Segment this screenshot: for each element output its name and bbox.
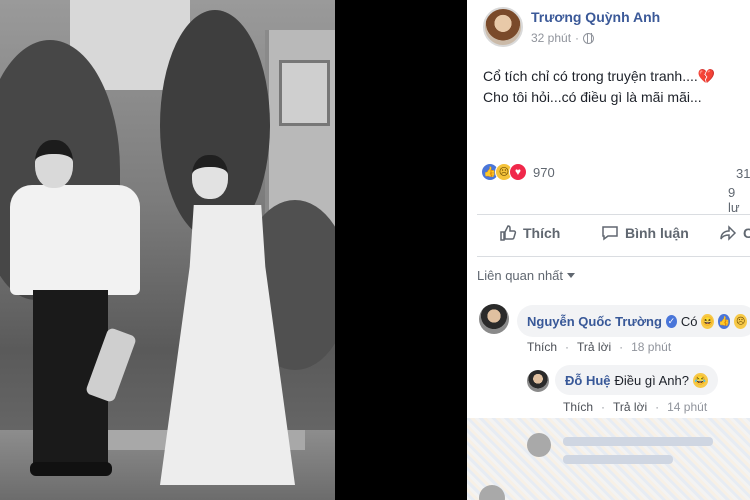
divider <box>477 256 750 257</box>
share-button-label: C <box>743 225 750 241</box>
like-button-label: Thích <box>523 225 561 241</box>
comment-text: Có <box>680 313 698 329</box>
thumbs-up-icon <box>500 225 517 241</box>
photo-man-head <box>35 140 73 188</box>
post-text: Cổ tích chỉ có trong truyện tranh....💔 C… <box>483 66 748 108</box>
photo-woman-head <box>192 155 228 199</box>
comment-icon <box>602 226 618 241</box>
commenter-avatar[interactable] <box>527 370 549 392</box>
comment-text: Điều gì Anh? <box>614 372 689 388</box>
comment-reply-link[interactable]: Trả lời <box>613 400 647 414</box>
comment-bubble: Đỗ Huệ Điều gì Anh? 😂 <box>555 365 718 395</box>
verified-badge-icon: ✓ <box>665 314 677 328</box>
comment-button-label: Bình luận <box>625 225 689 241</box>
post-time[interactable]: 32 phút · <box>531 31 595 45</box>
sad-emoji-icon: ☹ <box>734 313 747 329</box>
chevron-down-icon <box>567 273 576 278</box>
commenter-name[interactable]: Nguyễn Quốc Trường <box>527 314 662 329</box>
post-text-line1: Cổ tích chỉ có trong truyện tranh.... <box>483 68 698 84</box>
laugh-emoji-icon: 😆 <box>701 313 714 329</box>
globe-icon <box>583 32 595 44</box>
comment-time[interactable]: 18 phút <box>631 340 671 354</box>
broken-heart-icon: 💔 <box>697 68 716 84</box>
comment-meta: Thích · Trả lời · 14 phút <box>563 400 708 414</box>
commenter-name[interactable]: Đỗ Huệ <box>565 373 611 388</box>
comment-meta: Thích · Trả lời · 18 phút <box>527 340 672 354</box>
post-text-line2: Cho tôi hỏi...có điều gì là mãi mãi... <box>483 89 702 105</box>
comment-button[interactable]: Bình luận <box>601 224 689 242</box>
comment-filter-label: Liên quan nhất <box>477 268 564 283</box>
laugh-emoji-icon: 😂 <box>692 372 708 388</box>
lightbox-background <box>335 0 467 500</box>
comment-filter[interactable]: Liên quan nhất <box>477 268 576 283</box>
post-time-text: 32 phút <box>531 31 572 45</box>
reaction-summary[interactable]: 👍 ☹ ♥ 970 <box>481 163 555 181</box>
share-count[interactable]: 9 lư <box>728 185 750 215</box>
like-button[interactable]: Thích <box>499 224 560 242</box>
comment-time[interactable]: 14 phút <box>667 400 707 414</box>
share-icon <box>720 225 737 241</box>
share-button[interactable]: C <box>719 224 750 242</box>
commenter-avatar <box>527 433 551 457</box>
like-emoji-icon: 👍 <box>717 313 731 329</box>
comment-count[interactable]: 31 <box>736 166 750 181</box>
photo-man-shirt <box>10 185 140 295</box>
post-panel: Trương Quỳnh Anh 32 phút · Cổ tích chỉ c… <box>467 0 750 500</box>
comment-like-link[interactable]: Thích <box>563 400 593 414</box>
comment-reply-link[interactable]: Trả lời <box>577 340 611 354</box>
photo-man-shoes <box>30 462 112 476</box>
commenter-avatar[interactable] <box>479 304 509 334</box>
pixelated-text <box>563 437 713 446</box>
divider <box>477 214 750 215</box>
reaction-count: 970 <box>533 164 555 180</box>
author-name[interactable]: Trương Quỳnh Anh <box>531 9 660 25</box>
pixelated-text <box>563 455 673 464</box>
comment-like-link[interactable]: Thích <box>527 340 557 354</box>
love-reaction-icon: ♥ <box>509 163 527 181</box>
comment-bubble: Nguyễn Quốc Trường ✓ Có 😆 👍 ☹ <box>517 305 750 337</box>
post-photo[interactable] <box>0 0 335 500</box>
author-avatar[interactable] <box>483 7 523 47</box>
